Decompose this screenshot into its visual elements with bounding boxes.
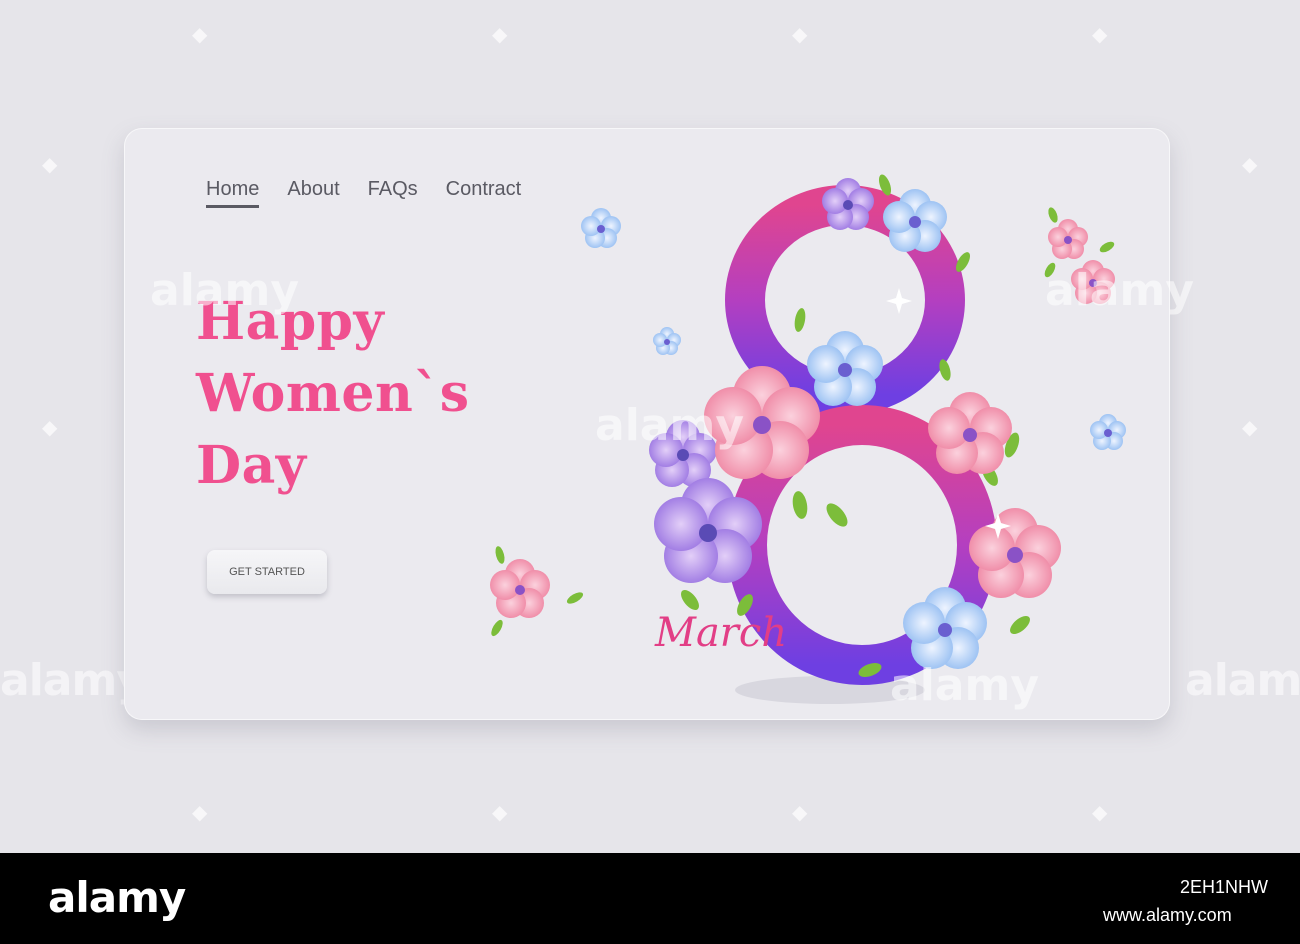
flower-blue — [581, 208, 621, 248]
flower-purple — [822, 178, 874, 230]
flower-pink — [490, 559, 550, 618]
eight-march-illustration: alamy alamy alamy alamy — [150, 174, 1194, 711]
flower-pink — [1048, 219, 1088, 259]
flower-blue — [1090, 414, 1126, 450]
flower-pink — [928, 392, 1012, 474]
watermark-text: alamy — [595, 400, 744, 451]
watermark-text: alamy — [890, 660, 1039, 711]
flower-blue — [653, 327, 681, 355]
footer-bar: alamy 2EH1NHW www.alamy.com — [0, 853, 1300, 944]
site-url: www.alamy.com — [1103, 905, 1232, 925]
watermark-text: alamy — [150, 265, 299, 316]
image-id: 2EH1NHW — [1180, 877, 1269, 897]
watermark-text: alamy — [1045, 265, 1194, 316]
alamy-logo: alamy — [48, 873, 186, 922]
flower-blue — [807, 331, 883, 406]
flowers — [490, 178, 1126, 669]
march-script: March — [655, 610, 788, 656]
